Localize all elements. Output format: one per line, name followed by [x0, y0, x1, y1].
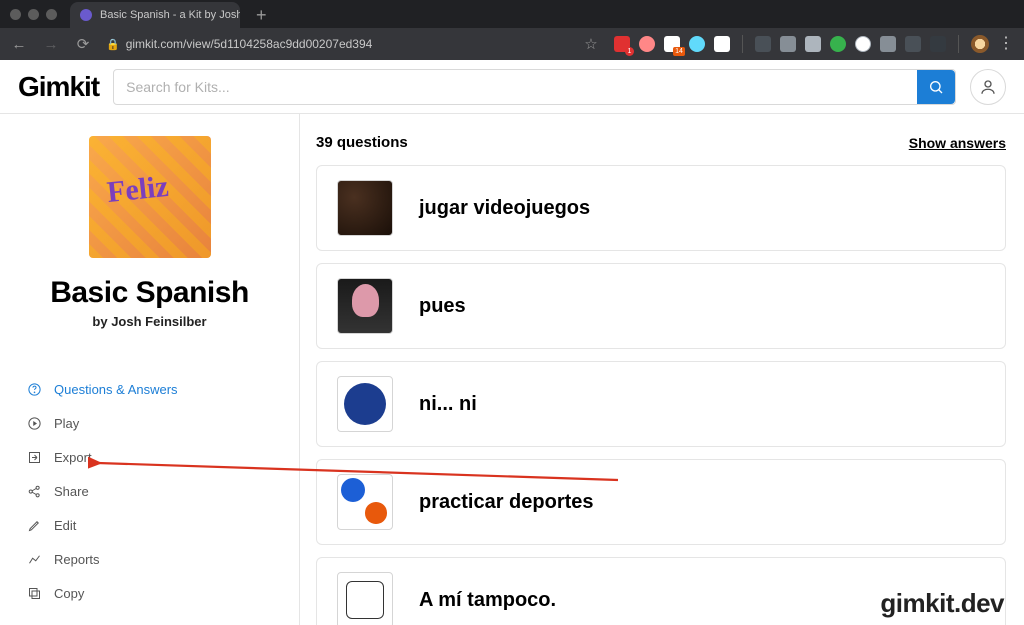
app-header: Gimkit — [0, 60, 1024, 114]
content-area: 39 questions Show answers jugar videojue… — [300, 114, 1024, 625]
sidebar-item-share[interactable]: Share — [22, 475, 277, 507]
minimize-window-dot[interactable] — [28, 9, 39, 20]
address-bar[interactable]: 🔒 gimkit.com/view/5d1104258ac9dd00207ed3… — [106, 37, 372, 51]
kit-thumbnail: Feliz — [89, 136, 211, 258]
content-header: 39 questions Show answers — [316, 134, 1006, 151]
sidebar-item-label: Share — [54, 484, 89, 499]
extension-icon[interactable] — [614, 36, 630, 52]
play-icon — [26, 415, 42, 431]
gimkit-logo[interactable]: Gimkit — [18, 71, 99, 103]
share-icon — [26, 483, 42, 499]
forward-button[interactable]: → — [42, 36, 60, 53]
question-image — [337, 180, 393, 236]
extension-icon[interactable] — [830, 36, 846, 52]
browser-toolbar: ← → ⟳ 🔒 gimkit.com/view/5d1104258ac9dd00… — [0, 28, 1024, 60]
question-image — [337, 278, 393, 334]
kit-author: by Josh Feinsilber — [22, 314, 277, 329]
tab-title: Basic Spanish - a Kit by Josh F — [100, 9, 240, 21]
url-text: gimkit.com/view/5d1104258ac9dd00207ed394 — [126, 37, 373, 51]
extension-icon[interactable] — [905, 36, 921, 52]
sidebar-item-export[interactable]: Export — [22, 441, 277, 473]
sidebar-item-label: Reports — [54, 552, 100, 567]
sidebar-item-reports[interactable]: Reports — [22, 543, 277, 575]
show-answers-link[interactable]: Show answers — [909, 135, 1006, 151]
watermark: gimkit.dev — [880, 588, 1004, 619]
search-input[interactable] — [113, 69, 956, 105]
question-icon — [26, 381, 42, 397]
question-count: 39 questions — [316, 134, 408, 151]
macos-traffic-lights — [10, 9, 57, 20]
favicon-icon — [80, 9, 92, 21]
extension-icon[interactable] — [780, 36, 796, 52]
question-image — [337, 572, 393, 625]
question-text: jugar videojuegos — [419, 197, 590, 220]
sidebar-nav: Questions & Answers Play Export Share Ed… — [22, 373, 277, 609]
question-card[interactable]: practicar deportes — [316, 459, 1006, 545]
divider — [958, 35, 959, 53]
question-card[interactable]: jugar videojuegos — [316, 165, 1006, 251]
search-button[interactable] — [917, 70, 955, 104]
copy-icon — [26, 585, 42, 601]
profile-button[interactable] — [970, 69, 1006, 105]
question-image — [337, 376, 393, 432]
reload-button[interactable]: ⟳ — [74, 35, 92, 53]
sidebar-item-label: Edit — [54, 518, 76, 533]
question-card[interactable]: pues — [316, 263, 1006, 349]
extension-icon[interactable] — [639, 36, 655, 52]
extension-icon[interactable] — [664, 36, 680, 52]
search-icon — [928, 79, 944, 95]
maximize-window-dot[interactable] — [46, 9, 57, 20]
question-text: A mí tampoco. — [419, 589, 556, 612]
sidebar-item-edit[interactable]: Edit — [22, 509, 277, 541]
extension-icon[interactable] — [805, 36, 821, 52]
extension-icon[interactable] — [714, 36, 730, 52]
browser-chrome: Basic Spanish - a Kit by Josh F × + ← → … — [0, 0, 1024, 60]
sidebar: Feliz Basic Spanish by Josh Feinsilber Q… — [0, 114, 300, 625]
sidebar-item-label: Copy — [54, 586, 84, 601]
question-list: jugar videojuegos pues ni... ni practica… — [316, 165, 1006, 625]
question-text: practicar deportes — [419, 491, 594, 514]
extension-icon[interactable] — [880, 36, 896, 52]
sidebar-item-label: Export — [54, 450, 92, 465]
extension-icons: ⋮ — [614, 35, 1014, 53]
divider — [742, 35, 743, 53]
sidebar-item-play[interactable]: Play — [22, 407, 277, 439]
main-content: Feliz Basic Spanish by Josh Feinsilber Q… — [0, 114, 1024, 625]
question-text: pues — [419, 295, 466, 318]
export-icon — [26, 449, 42, 465]
search-wrapper — [113, 69, 956, 105]
user-icon — [979, 78, 997, 96]
extension-icon[interactable] — [930, 36, 946, 52]
browser-tab[interactable]: Basic Spanish - a Kit by Josh F × — [70, 2, 240, 28]
sidebar-item-copy[interactable]: Copy — [22, 577, 277, 609]
sidebar-item-questions[interactable]: Questions & Answers — [22, 373, 277, 405]
close-window-dot[interactable] — [10, 9, 21, 20]
extension-icon[interactable] — [689, 36, 705, 52]
extension-icon[interactable] — [855, 36, 871, 52]
question-image — [337, 474, 393, 530]
new-tab-button[interactable]: + — [246, 2, 277, 28]
lock-icon: 🔒 — [106, 38, 120, 51]
back-button[interactable]: ← — [10, 36, 28, 53]
kit-title: Basic Spanish — [22, 276, 277, 310]
tab-strip: Basic Spanish - a Kit by Josh F × + — [0, 0, 1024, 28]
bookmark-star-icon[interactable]: ☆ — [582, 35, 600, 53]
reports-icon — [26, 551, 42, 567]
sidebar-item-label: Questions & Answers — [54, 382, 178, 397]
edit-icon — [26, 517, 42, 533]
sidebar-item-label: Play — [54, 416, 79, 431]
question-card[interactable]: ni... ni — [316, 361, 1006, 447]
extension-icon[interactable] — [755, 36, 771, 52]
question-text: ni... ni — [419, 393, 477, 416]
profile-avatar-icon[interactable] — [971, 35, 989, 53]
